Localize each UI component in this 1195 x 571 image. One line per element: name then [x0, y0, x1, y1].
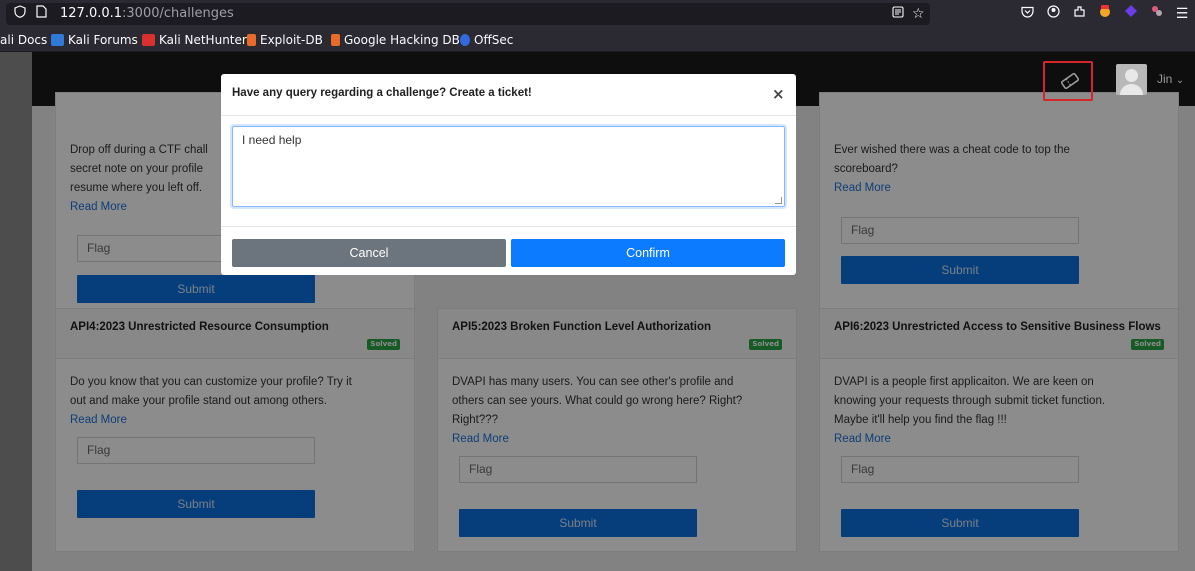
modal-title: Have any query regarding a challenge? Cr… — [232, 87, 532, 99]
kali-icon — [51, 34, 64, 46]
star-icon[interactable]: ☆ — [912, 3, 925, 25]
account-icon[interactable] — [1043, 4, 1063, 24]
bookmark-offsec[interactable]: OffSec — [460, 28, 514, 51]
bookmark-label: Google Hacking DB — [344, 33, 460, 47]
addon-icon[interactable] — [1121, 4, 1141, 24]
exploit-db-icon — [247, 34, 256, 46]
user-name: Jin — [1157, 72, 1173, 86]
bookmark-google-hacking-db[interactable]: Google Hacking DB — [331, 28, 460, 51]
ticket-icon — [1056, 67, 1084, 95]
addon-icon[interactable] — [1147, 4, 1167, 24]
create-ticket-modal: Have any query regarding a challenge? Cr… — [221, 74, 796, 275]
offsec-icon — [460, 34, 470, 46]
ticket-textarea[interactable]: I need help — [232, 126, 785, 207]
modal-footer: Cancel Confirm — [221, 226, 796, 275]
page: Drop off during a CTF chall secret note … — [0, 52, 1195, 571]
browser-toolbar: 127.0.0.1:3000/challenges ☆ ☰ — [0, 0, 1195, 28]
url-text[interactable]: 127.0.0.1:3000/challenges — [60, 3, 234, 25]
avatar-head — [1125, 69, 1138, 82]
url-host: 127.0.0.1 — [60, 6, 123, 21]
nethunter-icon — [142, 34, 155, 46]
user-menu[interactable]: Jin ⌄ — [1157, 72, 1184, 86]
reader-icon[interactable] — [892, 3, 904, 25]
url-path: :3000/challenges — [122, 6, 234, 21]
bookmark-label: Kali Forums — [68, 33, 138, 47]
bookmark-label: OffSec — [474, 33, 514, 47]
close-icon[interactable]: × — [772, 86, 785, 102]
bookmarks-bar: ali Docs Kali Forums Kali NetHunter Expl… — [0, 28, 1195, 52]
confirm-button[interactable]: Confirm — [511, 239, 785, 267]
bookmark-kali-docs[interactable]: ali Docs — [0, 28, 48, 51]
page-icon — [36, 3, 47, 25]
textarea-value: I need help — [242, 133, 302, 147]
resize-grip-icon[interactable] — [775, 197, 782, 204]
bookmark-label: ali Docs — [0, 33, 48, 47]
bookmark-exploit-db[interactable]: Exploit-DB — [247, 28, 323, 51]
avatar-body — [1120, 84, 1143, 95]
modal-header: Have any query regarding a challenge? Cr… — [221, 74, 796, 116]
bookmark-kali-nethunter[interactable]: Kali NetHunter — [142, 28, 247, 51]
ghdb-icon — [331, 34, 340, 46]
bookmark-label: Kali NetHunter — [159, 33, 247, 47]
bookmark-label: Exploit-DB — [260, 33, 323, 47]
shield-icon[interactable] — [14, 3, 26, 25]
address-bar[interactable]: 127.0.0.1:3000/challenges ☆ — [6, 3, 930, 25]
cancel-button[interactable]: Cancel — [232, 239, 506, 267]
bookmark-kali-forums[interactable]: Kali Forums — [51, 28, 138, 51]
addon-icon[interactable] — [1095, 4, 1115, 24]
pocket-icon[interactable] — [1017, 4, 1037, 24]
avatar[interactable] — [1116, 64, 1147, 95]
menu-icon[interactable]: ☰ — [1172, 4, 1192, 24]
create-ticket-button[interactable] — [1043, 61, 1093, 101]
extensions-icon[interactable] — [1069, 4, 1089, 24]
chevron-down-icon: ⌄ — [1175, 75, 1185, 86]
